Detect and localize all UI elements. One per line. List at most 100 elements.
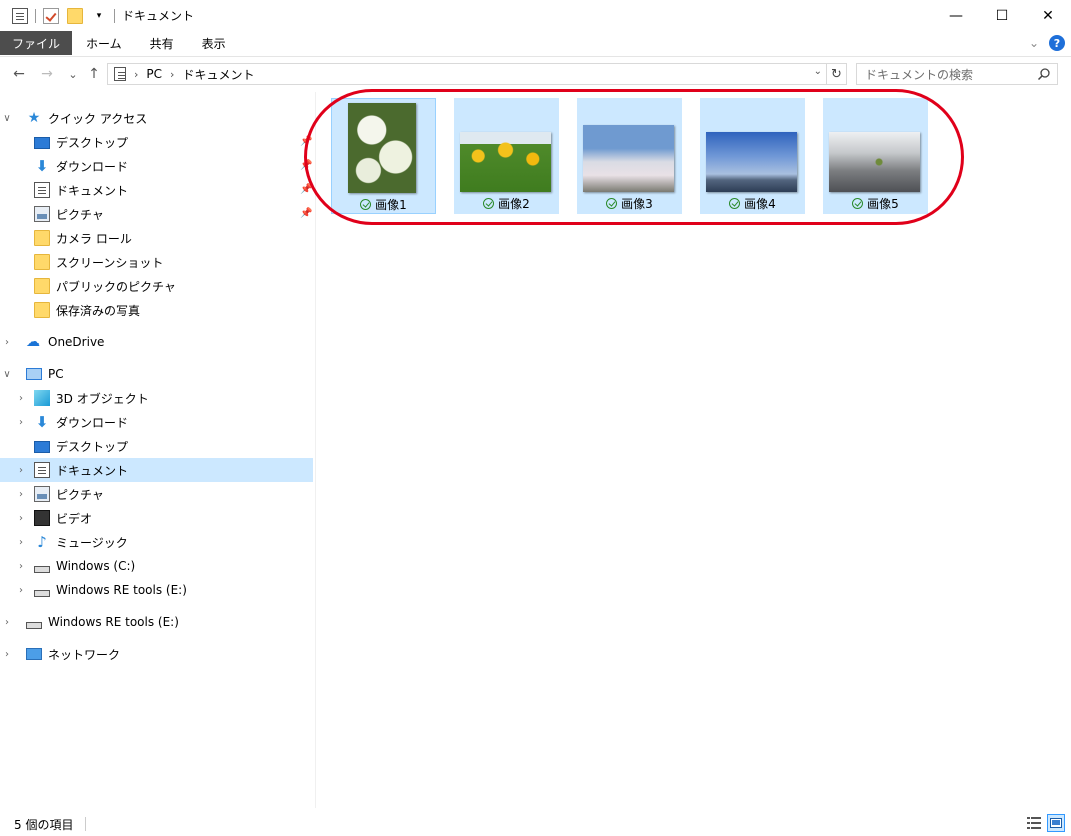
- nav-label: ミュージック: [56, 535, 128, 550]
- nav-quick-screenshots[interactable]: スクリーンショット: [34, 250, 163, 274]
- nav-pc-pictures[interactable]: › ピクチャ: [19, 482, 104, 506]
- ribbon-right: ⌄ ?: [1029, 35, 1065, 51]
- customize-toolbar-icon[interactable]: ▾: [91, 8, 107, 24]
- back-button[interactable]: ←: [8, 63, 30, 85]
- details-view-icon: [1027, 817, 1041, 829]
- nav-pc-documents[interactable]: › ドキュメント: [0, 458, 313, 482]
- nav-quick-public-pictures[interactable]: パブリックのピクチャ: [34, 274, 176, 298]
- nav-quick-access[interactable]: ∨ ★ クイック アクセス: [3, 106, 316, 130]
- desktop-icon: [34, 137, 50, 149]
- nav-label: ネットワーク: [48, 647, 121, 662]
- address-dropdown-icon[interactable]: ⌄: [814, 66, 822, 77]
- separator: [114, 8, 115, 23]
- drive-icon: [26, 621, 42, 629]
- collapse-icon[interactable]: ∨: [0, 369, 14, 380]
- navigation-pane: ∨ ★ クイック アクセス デスクトップ 📌 ⬇ ダウンロード 📌 ドキュメント…: [0, 100, 316, 810]
- video-icon: [34, 510, 50, 526]
- nav-label: Windows RE tools (E:): [56, 583, 187, 597]
- maximize-button[interactable]: ☐: [979, 0, 1025, 31]
- up-button[interactable]: ↑: [83, 63, 105, 85]
- window-controls: — ☐ ✕: [933, 0, 1071, 31]
- nav-quick-downloads[interactable]: ⬇ ダウンロード: [34, 154, 128, 178]
- document-icon: [114, 67, 126, 81]
- nav-label: デスクトップ: [56, 135, 129, 150]
- document-icon: [34, 462, 50, 478]
- pictures-icon: [34, 206, 50, 222]
- new-folder-icon[interactable]: [67, 7, 83, 24]
- collapse-icon[interactable]: ∨: [0, 113, 14, 124]
- nav-pc-downloads[interactable]: › ⬇ ダウンロード: [19, 410, 129, 434]
- search-input[interactable]: ドキュメントの検索: [856, 63, 1058, 85]
- expand-icon[interactable]: ›: [0, 649, 14, 660]
- pane-divider[interactable]: [315, 92, 316, 808]
- chevron-right-icon[interactable]: ›: [134, 68, 138, 81]
- nav-label: カメラ ロール: [56, 231, 132, 246]
- nav-label: 3D オブジェクト: [56, 391, 149, 406]
- nav-pc[interactable]: ∨ PC: [3, 362, 63, 386]
- large-icons-view-icon: [1050, 818, 1062, 828]
- breadcrumb-documents[interactable]: ドキュメント: [182, 66, 254, 83]
- address-bar[interactable]: › PC › ドキュメント ⌄: [107, 63, 827, 85]
- expand-icon[interactable]: ›: [14, 417, 28, 428]
- nav-label: Windows RE tools (E:): [48, 615, 179, 629]
- nav-label: Windows (C:): [56, 559, 136, 573]
- quick-access-toolbar: ▾: [0, 0, 118, 31]
- minimize-button[interactable]: —: [933, 0, 979, 31]
- computer-icon: [26, 368, 42, 380]
- nav-quick-saved-pictures[interactable]: 保存済みの写真: [34, 298, 140, 322]
- tab-home[interactable]: ホーム: [72, 31, 136, 55]
- details-view-button[interactable]: [1025, 814, 1043, 832]
- download-icon: ⬇: [35, 157, 49, 175]
- 3d-objects-icon: [34, 390, 50, 406]
- nav-pc-videos[interactable]: › ビデオ: [19, 506, 92, 530]
- expand-icon[interactable]: ›: [14, 489, 28, 500]
- drive-icon: [34, 565, 50, 573]
- search-icon: [1037, 68, 1050, 81]
- forward-button[interactable]: →: [36, 63, 58, 85]
- nav-pc-desktop[interactable]: デスクトップ: [34, 434, 128, 458]
- refresh-button[interactable]: ↻: [827, 63, 847, 85]
- expand-icon[interactable]: ›: [14, 513, 28, 524]
- tab-share[interactable]: 共有: [136, 31, 188, 55]
- nav-quick-camera-roll[interactable]: カメラ ロール: [34, 226, 132, 250]
- nav-pc-drive-c[interactable]: › Windows (C:): [19, 554, 136, 578]
- nav-quick-documents[interactable]: ドキュメント: [34, 178, 128, 202]
- nav-onedrive[interactable]: › ☁ OneDrive: [5, 330, 104, 354]
- chevron-right-icon[interactable]: ›: [170, 68, 174, 81]
- window-title: ドキュメント: [122, 9, 195, 23]
- folder-icon: [34, 302, 50, 318]
- nav-network[interactable]: › ネットワーク: [5, 642, 121, 666]
- item-count: 5 個の項目: [14, 817, 74, 832]
- pin-icon[interactable]: 📌: [300, 208, 312, 219]
- expand-icon[interactable]: ›: [14, 537, 28, 548]
- nav-label: クイック アクセス: [48, 111, 148, 126]
- tab-view[interactable]: 表示: [188, 31, 240, 55]
- tab-file[interactable]: ファイル: [0, 31, 73, 55]
- nav-label: ドキュメント: [56, 183, 129, 198]
- recent-locations-button[interactable]: ⌄: [62, 63, 84, 85]
- nav-label: ピクチャ: [56, 487, 104, 502]
- close-button[interactable]: ✕: [1025, 0, 1071, 31]
- expand-icon[interactable]: ›: [14, 465, 28, 476]
- help-icon[interactable]: ?: [1049, 35, 1065, 51]
- nav-pc-3d-objects[interactable]: › 3D オブジェクト: [19, 386, 149, 410]
- nav-label: ダウンロード: [56, 415, 129, 430]
- expand-icon[interactable]: ›: [14, 585, 28, 596]
- nav-pc-music[interactable]: › ♪ ミュージック: [19, 530, 128, 554]
- expand-icon[interactable]: ›: [14, 561, 28, 572]
- nav-quick-desktop[interactable]: デスクトップ: [34, 130, 128, 154]
- expand-icon[interactable]: ›: [14, 393, 28, 404]
- large-icons-view-button[interactable]: [1047, 814, 1065, 832]
- navigation-bar: ← → ⌄ ↑ › PC › ドキュメント ⌄ ↻ ドキュメントの検索: [0, 56, 1071, 90]
- cloud-icon: ☁: [26, 334, 40, 350]
- nav-quick-pictures[interactable]: ピクチャ: [34, 202, 104, 226]
- search-placeholder: ドキュメントの検索: [865, 67, 974, 82]
- nav-pc-drive-e[interactable]: › Windows RE tools (E:): [19, 578, 187, 602]
- nav-drive-e[interactable]: › Windows RE tools (E:): [5, 610, 179, 634]
- breadcrumb-pc[interactable]: PC: [146, 67, 162, 81]
- expand-icon[interactable]: ›: [0, 337, 14, 348]
- expand-ribbon-icon[interactable]: ⌄: [1029, 36, 1039, 50]
- drive-icon: [34, 589, 50, 597]
- properties-icon[interactable]: [43, 7, 59, 24]
- expand-icon[interactable]: ›: [0, 617, 14, 628]
